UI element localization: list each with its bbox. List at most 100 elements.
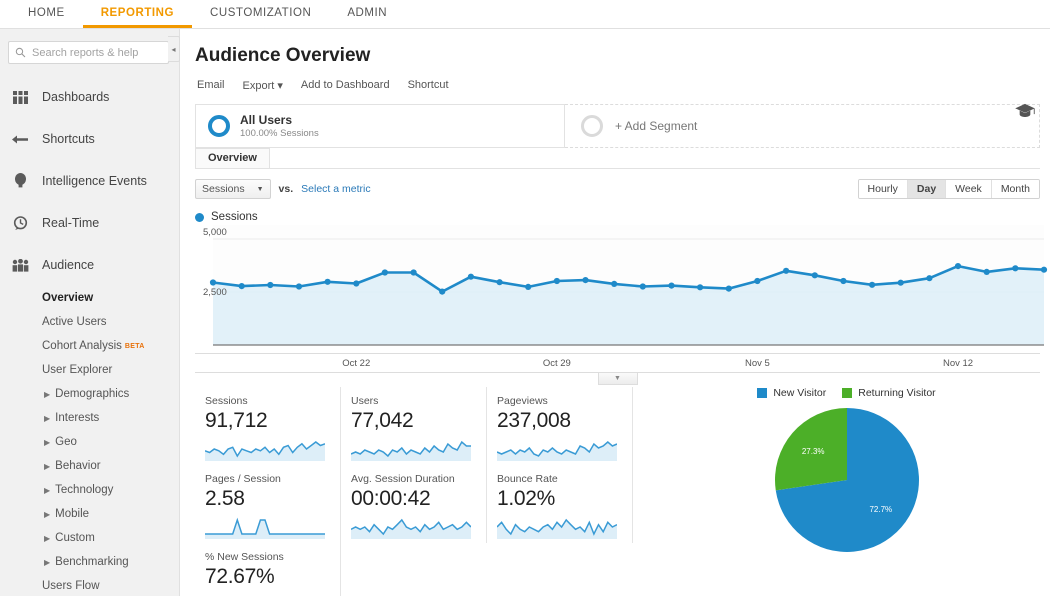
sidebar-item-label: Shortcuts <box>42 132 95 146</box>
metric-card-new-sessions[interactable]: % New Sessions 72.67% <box>195 543 341 596</box>
metric-card-users[interactable]: Users 77,042 <box>341 387 487 465</box>
pages-per-session-sparkline <box>205 517 325 539</box>
sidebar-subitem-label: Geo <box>55 436 77 448</box>
metric-card-bounce-rate[interactable]: Bounce Rate 1.02% <box>487 465 633 543</box>
chevron-right-icon: ▶ <box>44 461 51 471</box>
sidebar-subitem-behavior[interactable]: ▶ Behavior <box>0 454 179 478</box>
metric-sparkline <box>205 517 328 544</box>
select-a-metric-link[interactable]: Select a metric <box>301 183 370 195</box>
sidebar-item-shortcuts[interactable]: Shortcuts <box>0 118 179 160</box>
metric-card-pageviews[interactable]: Pageviews 237,008 <box>487 387 633 465</box>
page-title: Audience Overview <box>195 45 371 66</box>
topnav-item-customization[interactable]: CUSTOMIZATION <box>192 0 329 28</box>
metric-sparkline <box>204 439 328 466</box>
metric-label: Users <box>351 395 379 407</box>
segment-sessions-pct: 100.00% Sessions <box>240 128 319 139</box>
metric-value: 72.67% <box>205 565 275 588</box>
sidebar-subitem-user-explorer[interactable]: User Explorer <box>0 358 179 382</box>
metric-sparkline <box>350 517 474 544</box>
chevron-right-icon: ▶ <box>44 413 51 423</box>
metric-card-sessions[interactable]: Sessions 91,712 <box>195 387 341 465</box>
granularity-month[interactable]: Month <box>991 180 1039 198</box>
sidebar-item-audience[interactable]: Audience <box>0 244 179 286</box>
sidebar-subitem-active-users[interactable]: Active Users <box>0 310 179 334</box>
sidebar-subitem-geo[interactable]: ▶ Geo <box>0 430 179 454</box>
search-icon <box>15 47 26 58</box>
topnav-item-admin[interactable]: ADMIN <box>329 0 405 28</box>
sidebar-subitem-benchmarking[interactable]: ▶ Benchmarking <box>0 550 179 574</box>
search-box[interactable] <box>8 41 169 64</box>
y-axis-label-top: 5,000 <box>203 227 227 238</box>
action-email[interactable]: Email <box>197 79 225 92</box>
sidebar-subitem-mobile[interactable]: ▶ Mobile <box>0 502 179 526</box>
granularity-week[interactable]: Week <box>946 180 992 198</box>
bounce-rate-sparkline <box>496 518 618 539</box>
sidebar-item-real-time[interactable]: Real-Time <box>0 202 179 244</box>
search-input[interactable] <box>32 46 162 59</box>
sidebar-subnav: Overview Active Users Cohort Analysis BETA U… <box>0 286 179 596</box>
metric-card-pages-session[interactable]: Pages / Session 2.58 <box>195 465 341 543</box>
x-axis-tick: Oct 22 <box>342 358 371 369</box>
graduation-cap-icon[interactable] <box>1014 103 1036 124</box>
grid-icon <box>10 90 30 104</box>
sidebar-subitem-demographics[interactable]: ▶ Demographics <box>0 382 179 406</box>
chart-collapse-handle[interactable]: ▼ <box>597 373 638 385</box>
vs-label: vs. <box>278 183 294 195</box>
clock-icon <box>10 215 30 231</box>
sidebar-item-label: Dashboards <box>42 90 110 104</box>
pie-chart-svg: 72.7% 27.3% <box>774 408 919 552</box>
pie-legend-item[interactable]: Returning Visitor <box>842 387 936 399</box>
sidebar-subitem-label: Behavior <box>55 460 101 472</box>
pie-legend-item[interactable]: New Visitor <box>757 387 826 399</box>
sessions-sparkline <box>204 441 326 461</box>
metric-value: 237,008 <box>497 409 571 432</box>
metric-sparkline <box>496 439 620 466</box>
sidebar-collapse-toggle[interactable]: ◂ <box>168 36 180 62</box>
pie-legend-swatch <box>842 388 853 398</box>
sidebar-subitem-label: Cohort Analysis <box>42 340 122 352</box>
x-axis-tick: Nov 5 <box>745 358 770 369</box>
sidebar-subitem-label: Users Flow <box>42 580 100 592</box>
action-export[interactable]: Export ▾ <box>243 79 283 92</box>
chevron-right-icon: ▶ <box>44 533 51 543</box>
metric-label: Pages / Session <box>205 473 281 485</box>
sidebar-subitem-overview[interactable]: Overview <box>0 286 179 310</box>
tab-overview[interactable]: Overview <box>195 148 270 168</box>
sidebar-subitem-users-flow[interactable]: Users Flow <box>0 574 179 596</box>
chart-legend: Sessions <box>195 211 1050 223</box>
sidebar-subitem-technology[interactable]: ▶ Technology <box>0 478 179 502</box>
main-content: Audience Overview Email Export ▾ Add to Da… <box>181 29 1050 596</box>
add-segment-button[interactable]: + Add Segment <box>565 104 1040 148</box>
search-container <box>0 29 179 72</box>
metric-selector[interactable]: Sessions ▼ <box>195 179 271 199</box>
bulb-icon <box>10 173 30 189</box>
sidebar-subitem-label: Custom <box>55 532 95 544</box>
metric-label: Bounce Rate <box>497 473 558 485</box>
pie-legend-label: Returning Visitor <box>858 387 936 399</box>
people-icon <box>10 258 30 272</box>
x-axis-tick: Nov 12 <box>942 358 974 369</box>
granularity-hourly[interactable]: Hourly <box>858 180 908 198</box>
sidebar-item-dashboards[interactable]: Dashboards <box>0 76 179 118</box>
x-axis-tick: Oct 29 <box>542 358 571 369</box>
chevron-right-icon: ▶ <box>44 509 51 519</box>
pie-chart[interactable]: 72.7% 27.3% <box>643 405 1050 555</box>
action-shortcut[interactable]: Shortcut <box>408 79 449 92</box>
sidebar-subitem-interests[interactable]: ▶ Interests <box>0 406 179 430</box>
sidebar-item-intelligence-events[interactable]: Intelligence Events <box>0 160 179 202</box>
topnav-item-reporting[interactable]: REPORTING <box>82 0 193 28</box>
topnav-item-home[interactable]: HOME <box>10 0 83 28</box>
metric-value: 1.02% <box>497 487 556 510</box>
segment-all-users[interactable]: All Users 100.00% Sessions <box>195 104 565 148</box>
segment-ring-icon <box>208 115 230 137</box>
sessions-line-chart[interactable]: 5,000 2,500 <box>195 225 1048 353</box>
metric-card-avg-session-duration[interactable]: Avg. Session Duration 00:00:42 <box>341 465 487 543</box>
granularity-day[interactable]: Day <box>907 180 947 198</box>
sidebar-subitem-custom[interactable]: ▶ Custom <box>0 526 179 550</box>
pie-legend-swatch <box>757 388 768 398</box>
chevron-down-icon: ▼ <box>256 185 264 193</box>
sidebar-nav: Dashboards Shortcuts Intelligence Events Re… <box>0 76 179 286</box>
action-add-to-dashboard[interactable]: Add to Dashboard <box>301 79 390 92</box>
sidebar-subitem-cohort-analysis[interactable]: Cohort Analysis BETA <box>0 334 179 358</box>
sidebar: Dashboards Shortcuts Intelligence Events Re… <box>0 29 180 596</box>
